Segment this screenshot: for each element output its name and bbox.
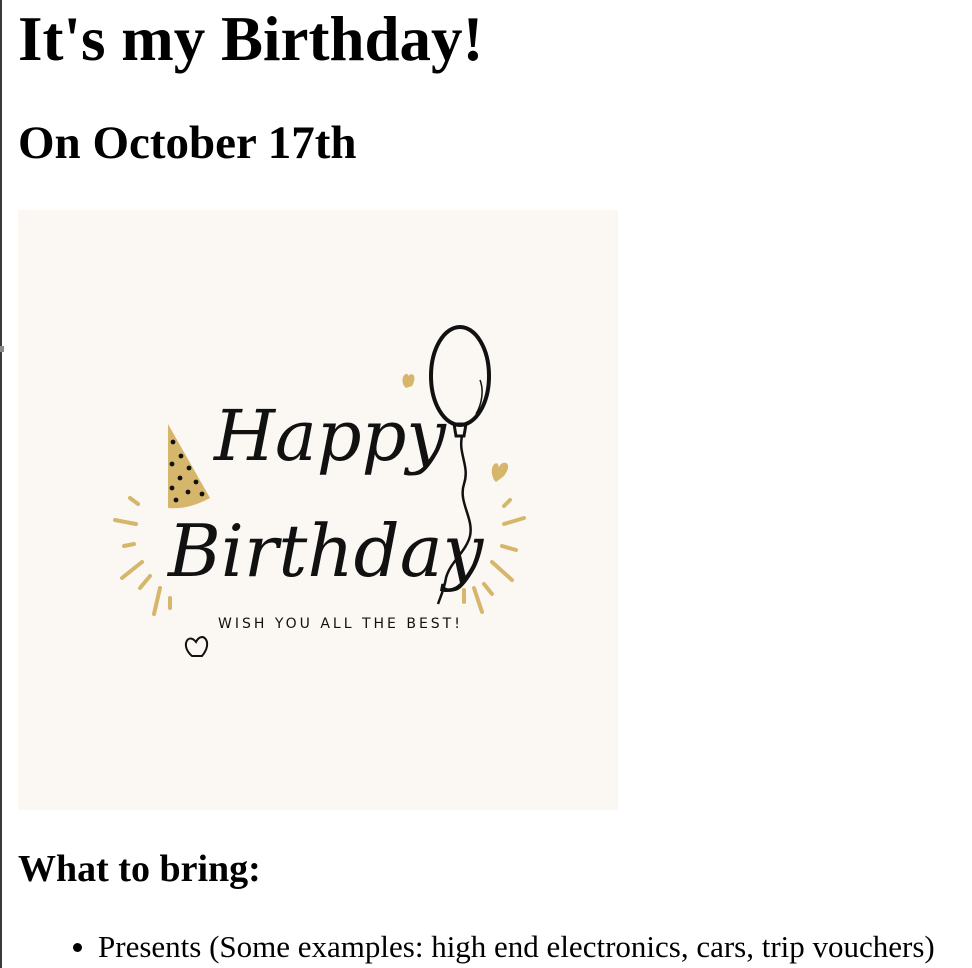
- window-left-edge: [0, 0, 2, 968]
- card-script-birthday: Birthday: [166, 509, 485, 593]
- what-to-bring-heading: What to bring:: [18, 848, 261, 890]
- card-tagline: WISH YOU ALL THE BEST!: [218, 616, 463, 632]
- bring-list: Presents (Some examples: high end electr…: [18, 926, 968, 968]
- birthday-card-artwork: Happy Birthday WISH YOU ALL THE BEST!: [113, 325, 526, 657]
- bullet-icon: [73, 943, 82, 952]
- party-hat-icon: [168, 424, 210, 509]
- window-edge-marker: [0, 346, 4, 352]
- card-script-happy: Happy: [212, 395, 447, 477]
- page-title: It's my Birthday!: [18, 4, 484, 74]
- birthday-card-image: Happy Birthday WISH YOU ALL THE BEST!: [18, 210, 618, 810]
- date-heading: On October 17th: [18, 117, 357, 169]
- list-item-text: Presents (Some examples: high end electr…: [98, 929, 935, 964]
- list-item: Presents (Some examples: high end electr…: [18, 926, 968, 968]
